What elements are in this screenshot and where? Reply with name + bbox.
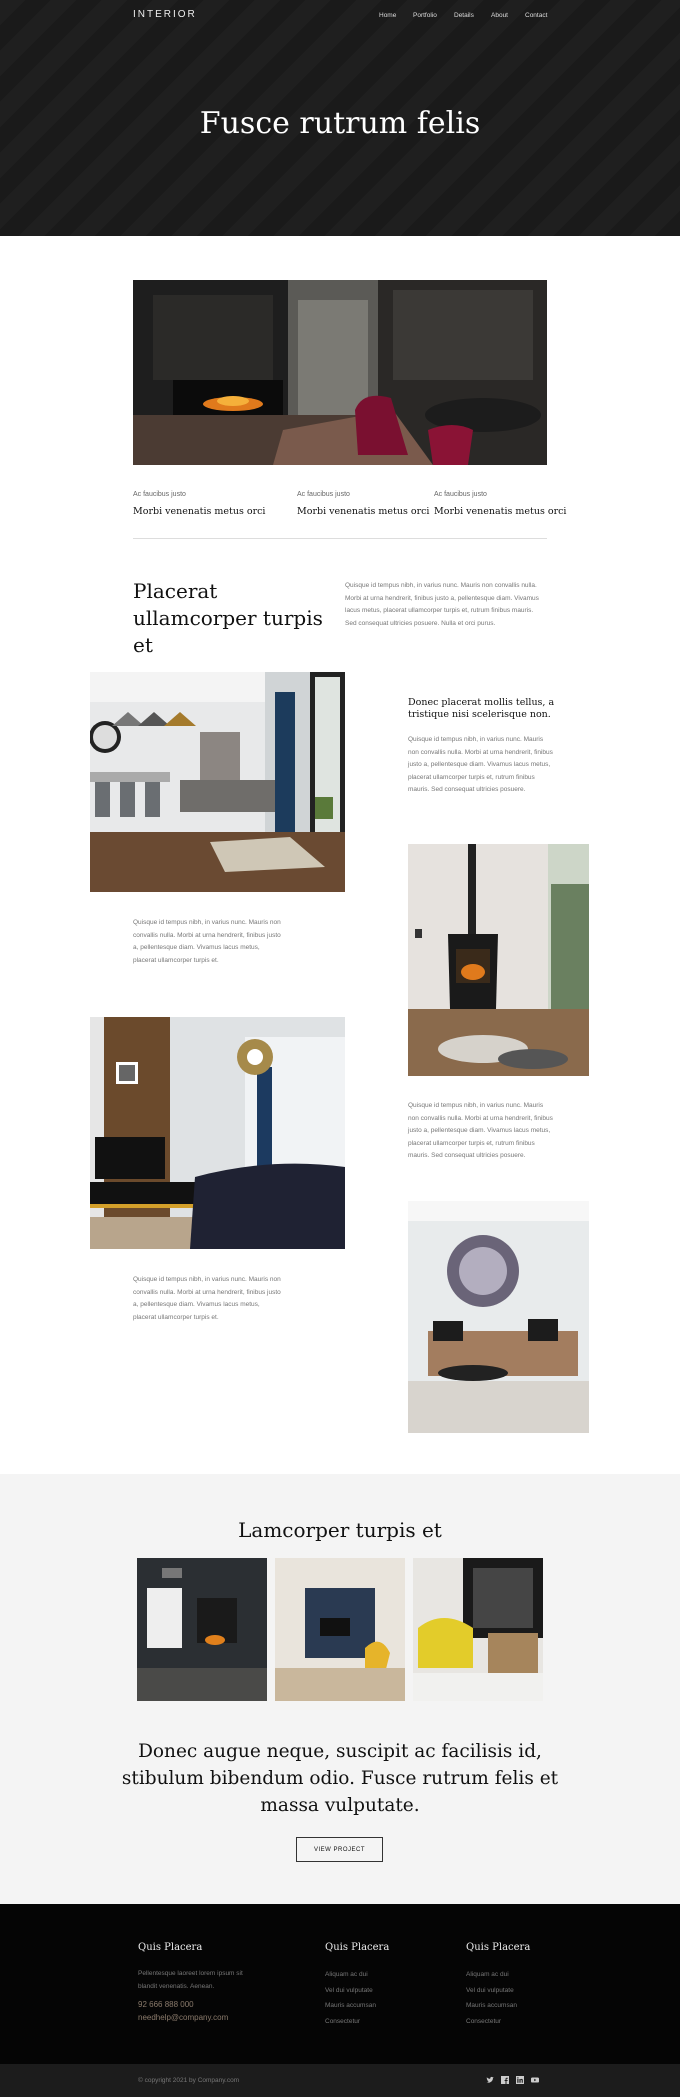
linkedin-icon[interactable] [516,2076,524,2084]
copyright-text: © copyright 2021 by Company.com [138,2077,240,2084]
sub-footer [0,2064,680,2097]
feature-subtitle: Ac faucibus justo [434,491,487,498]
gallery-title: Lamcorper turpis et [238,1518,442,1542]
feature-title: Morbi venenatis metus orci [434,506,567,517]
footer-column: Quis Placera Aliquam ac dui Vel dui vulp… [325,1942,389,2029]
sofa-photo [408,1201,589,1433]
footer-heading: Quis Placera [138,1942,203,1953]
footer-description: Pellentesque laoreet lorem ipsum sit bla… [138,1970,243,1990]
photo-caption: Quisque id tempus nibh, in varius nunc. … [133,1276,281,1321]
feature-title: Morbi venenatis metus orci [133,506,266,517]
section-divider [133,538,547,539]
view-project-button[interactable]: VIEW PROJECT [296,1837,383,1862]
footer-link[interactable]: Mauris accumsan [466,1998,530,2014]
intro-text: Quisque id tempus nibh, in varius nunc. … [345,582,539,627]
social-links [486,2076,539,2084]
twitter-icon[interactable] [486,2076,494,2084]
gallery-image[interactable] [413,1558,543,1701]
site-logo[interactable]: INTERIOR [133,9,197,20]
footer-heading: Quis Placera [325,1942,390,1953]
nav-about[interactable]: About [491,12,508,19]
nav-details[interactable]: Details [454,12,474,19]
feature-item: Ac faucibus justo Morbi venenatis metus … [133,491,265,517]
photo-caption: Quisque id tempus nibh, in varius nunc. … [408,1102,553,1159]
footer-column: Quis Placera Pellentesque laoreet lorem … [138,1942,248,2024]
portfolio-side-text: Quisque id tempus nibh, in varius nunc. … [408,736,553,793]
feature-subtitle: Ac faucibus justo [133,491,186,498]
footer-link[interactable]: Mauris accumsan [325,1998,389,2014]
gallery-quote: Donec augue neque, suscipit ac facilisis… [121,1741,559,1816]
hero-section: INTERIOR Home Portfolio Details About Co… [0,0,680,236]
facebook-icon[interactable] [501,2076,509,2084]
intro-title: Placerat ullamcorper turpis et [133,579,323,657]
stove-photo [408,844,589,1076]
footer-link[interactable]: Vel dui vulputate [466,1983,530,1999]
featured-interior-image [133,280,547,465]
gallery-image[interactable] [275,1558,405,1701]
feature-item: Ac faucibus justo Morbi venenatis metus … [297,491,429,517]
hero-title: Fusce rutrum felis [199,106,481,141]
living-room-photo [90,672,345,892]
nav-contact[interactable]: Contact [525,12,547,19]
youtube-icon[interactable] [531,2076,539,2084]
footer-link[interactable]: Vel dui vulputate [325,1983,389,1999]
footer-link[interactable]: Consectetur [466,2014,530,2030]
photo-caption: Quisque id tempus nibh, in varius nunc. … [133,919,281,964]
footer-column: Quis Placera Aliquam ac dui Vel dui vulp… [466,1942,530,2029]
tv-room-photo [90,1017,345,1249]
footer-phone[interactable]: 92 666 888 000 [138,1998,248,2011]
nav-home[interactable]: Home [379,12,396,19]
footer-link[interactable]: Aliquam ac dui [466,1967,530,1983]
gallery-image[interactable] [137,1558,267,1701]
footer-heading: Quis Placera [466,1942,531,1953]
feature-title: Morbi venenatis metus orci [297,506,430,517]
feature-subtitle: Ac faucibus justo [297,491,350,498]
portfolio-side-title: Donec placerat mollis tellus, a tristiqu… [408,697,555,720]
footer-email[interactable]: needhelp@company.com [138,2011,248,2024]
nav-portfolio[interactable]: Portfolio [413,12,437,19]
footer-link[interactable]: Consectetur [325,2014,389,2030]
feature-item: Ac faucibus justo Morbi venenatis metus … [434,491,566,517]
footer-link[interactable]: Aliquam ac dui [325,1967,389,1983]
